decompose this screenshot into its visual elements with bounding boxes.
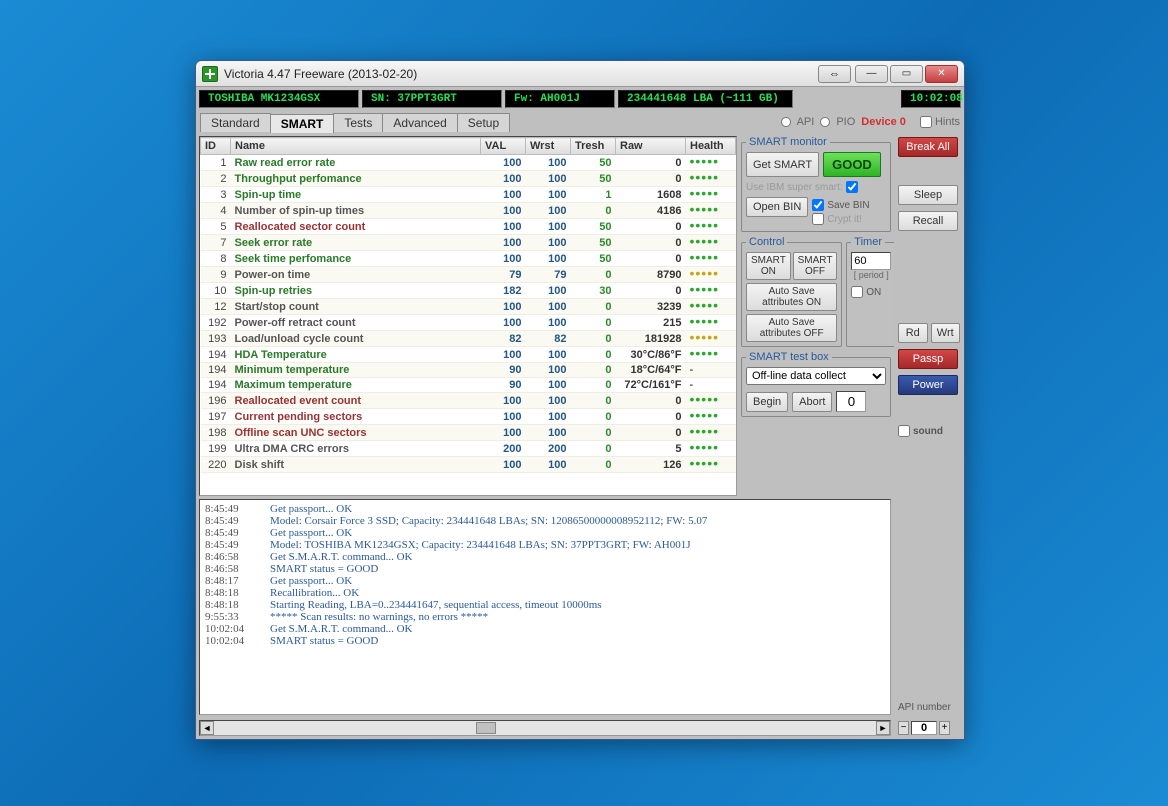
drive-firmware: Fw: AH001J bbox=[505, 90, 615, 108]
drive-info-bar: TOSHIBA MK1234GSX SN: 37PPT3GRT Fw: AH00… bbox=[196, 87, 964, 111]
close-button[interactable]: ✕ bbox=[925, 65, 958, 83]
log-line: 8:45:49Model: TOSHIBA MK1234GSX; Capacit… bbox=[203, 539, 887, 551]
rd-button[interactable]: Rd bbox=[898, 323, 928, 343]
autosave-on-button[interactable]: Auto Save attributes ON bbox=[746, 283, 837, 311]
test-progress bbox=[836, 391, 866, 412]
maximize-button[interactable]: ▭ bbox=[890, 65, 923, 83]
log-line: 9:55:33***** Scan results: no warnings, … bbox=[203, 611, 887, 623]
wrt-button[interactable]: Wrt bbox=[931, 323, 961, 343]
hints-checkbox[interactable] bbox=[920, 116, 932, 128]
timer-on-checkbox[interactable] bbox=[851, 286, 863, 298]
log-line: 10:02:04Get S.M.A.R.T. command... OK bbox=[203, 623, 887, 635]
minimize-button[interactable]: — bbox=[855, 65, 888, 83]
smart-status-good: GOOD bbox=[823, 152, 881, 177]
table-row[interactable]: 196Reallocated event count10010000••••• bbox=[201, 393, 736, 409]
smart-on-button[interactable]: SMART ON bbox=[746, 252, 791, 280]
log-line: 8:45:49Get passport... OK bbox=[203, 527, 887, 539]
save-bin-checkbox[interactable] bbox=[812, 199, 824, 211]
sleep-button[interactable]: Sleep bbox=[898, 185, 958, 205]
api-number-value: 0 bbox=[911, 721, 937, 735]
table-row[interactable]: 1Raw read error rate100100500••••• bbox=[201, 155, 736, 171]
log-line: 8:48:17Get passport... OK bbox=[203, 575, 887, 587]
pio-radio[interactable] bbox=[820, 117, 830, 127]
log-area[interactable]: 8:45:49Get passport... OK8:45:49Model: C… bbox=[199, 499, 891, 715]
table-row[interactable]: 10Spin-up retries182100300••••• bbox=[201, 283, 736, 299]
autosave-off-button[interactable]: Auto Save attributes OFF bbox=[746, 314, 837, 342]
right-toolbar: Break All Sleep Recall Rd Wrt Passp Powe… bbox=[894, 133, 964, 739]
smart-test-panel: SMART test box Off-line data collect Beg… bbox=[741, 351, 891, 417]
titlebar[interactable]: Victoria 4.47 Freeware (2013-02-20) ⇔ — … bbox=[196, 61, 964, 87]
window-title: Victoria 4.47 Freeware (2013-02-20) bbox=[224, 67, 417, 81]
table-row[interactable]: 7Seek error rate100100500••••• bbox=[201, 235, 736, 251]
tab-setup[interactable]: Setup bbox=[457, 113, 510, 132]
api-number-label: API number bbox=[898, 702, 960, 713]
log-line: 8:45:49Get passport... OK bbox=[203, 503, 887, 515]
sound-checkbox[interactable] bbox=[898, 425, 910, 437]
tab-standard[interactable]: Standard bbox=[200, 113, 271, 132]
device-label[interactable]: Device 0 bbox=[861, 116, 906, 128]
log-line: 8:48:18Recallibration... OK bbox=[203, 587, 887, 599]
passp-button[interactable]: Passp bbox=[898, 349, 958, 369]
horizontal-scrollbar[interactable]: ◄► bbox=[199, 720, 891, 736]
drive-lba: 234441648 LBA (~111 GB) bbox=[618, 90, 793, 108]
api-minus[interactable]: − bbox=[898, 721, 909, 735]
timer-panel: Timer [ period ] ON bbox=[846, 236, 894, 347]
power-button[interactable]: Power bbox=[898, 375, 958, 395]
break-all-button[interactable]: Break All bbox=[898, 137, 958, 157]
ibm-checkbox[interactable] bbox=[846, 181, 858, 193]
table-row[interactable]: 194HDA Temperature100100030°C/86°F••••• bbox=[201, 347, 736, 363]
table-row[interactable]: 8Seek time perfomance100100500••••• bbox=[201, 251, 736, 267]
table-row[interactable]: 197Current pending sectors10010000••••• bbox=[201, 409, 736, 425]
table-row[interactable]: 4Number of spin-up times10010004186••••• bbox=[201, 203, 736, 219]
table-row[interactable]: 194Minimum temperature90100018°C/64°F- bbox=[201, 363, 736, 378]
table-row[interactable]: 192Power-off retract count1001000215••••… bbox=[201, 315, 736, 331]
log-line: 8:48:18Starting Reading, LBA=0..23444164… bbox=[203, 599, 887, 611]
begin-button[interactable]: Begin bbox=[746, 392, 788, 412]
table-row[interactable]: 5Reallocated sector count100100500••••• bbox=[201, 219, 736, 235]
drive-model: TOSHIBA MK1234GSX bbox=[199, 90, 359, 108]
get-smart-button[interactable]: Get SMART bbox=[746, 152, 819, 177]
tab-smart[interactable]: SMART bbox=[270, 114, 335, 133]
abort-button[interactable]: Abort bbox=[792, 392, 832, 412]
table-row[interactable]: 3Spin-up time10010011608••••• bbox=[201, 187, 736, 203]
test-select[interactable]: Off-line data collect bbox=[746, 367, 886, 385]
table-row[interactable]: 194Maximum temperature90100072°C/161°F- bbox=[201, 378, 736, 393]
smart-table[interactable]: IDNameVALWrstTreshRawHealth 1Raw read er… bbox=[199, 136, 737, 496]
table-row[interactable]: 220Disk shift1001000126••••• bbox=[201, 457, 736, 473]
table-row[interactable]: 199Ultra DMA CRC errors20020005••••• bbox=[201, 441, 736, 457]
extra-window-button[interactable]: ⇔ bbox=[818, 65, 851, 83]
table-row[interactable]: 193Load/unload cycle count82820181928•••… bbox=[201, 331, 736, 347]
api-radio[interactable] bbox=[781, 117, 791, 127]
tab-tests[interactable]: Tests bbox=[333, 113, 383, 132]
api-plus[interactable]: + bbox=[939, 721, 950, 735]
drive-serial: SN: 37PPT3GRT bbox=[362, 90, 502, 108]
tab-bar: StandardSMARTTestsAdvancedSetup API PIO … bbox=[196, 111, 964, 133]
log-line: 8:45:49Model: Corsair Force 3 SSD; Capac… bbox=[203, 515, 887, 527]
app-icon bbox=[202, 66, 218, 82]
log-line: 10:02:04SMART status = GOOD bbox=[203, 635, 887, 647]
crypt-checkbox[interactable] bbox=[812, 213, 824, 225]
smart-monitor-panel: SMART monitor Get SMART GOOD Use IBM sup… bbox=[741, 136, 891, 232]
log-line: 8:46:58Get S.M.A.R.T. command... OK bbox=[203, 551, 887, 563]
tab-advanced[interactable]: Advanced bbox=[382, 113, 457, 132]
control-panel: Control SMART ON SMART OFF Auto Save att… bbox=[741, 236, 842, 347]
open-bin-button[interactable]: Open BIN bbox=[746, 197, 808, 217]
timer-value[interactable] bbox=[851, 252, 891, 270]
recall-button[interactable]: Recall bbox=[898, 211, 958, 231]
clock: 10:02:08 bbox=[901, 90, 961, 108]
app-window: Victoria 4.47 Freeware (2013-02-20) ⇔ — … bbox=[195, 60, 965, 740]
log-line: 8:46:58SMART status = GOOD bbox=[203, 563, 887, 575]
table-row[interactable]: 2Throughput perfomance100100500••••• bbox=[201, 171, 736, 187]
table-row[interactable]: 198Offline scan UNC sectors10010000••••• bbox=[201, 425, 736, 441]
table-row[interactable]: 12Start/stop count10010003239••••• bbox=[201, 299, 736, 315]
table-row[interactable]: 9Power-on time797908790••••• bbox=[201, 267, 736, 283]
smart-off-button[interactable]: SMART OFF bbox=[793, 252, 838, 280]
